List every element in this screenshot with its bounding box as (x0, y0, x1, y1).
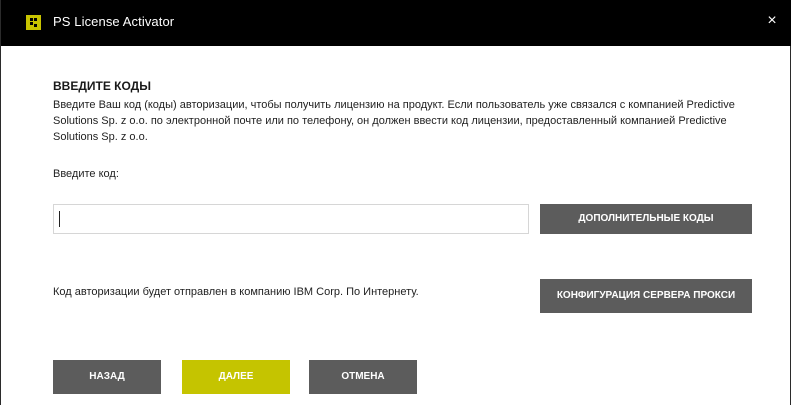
text-caret (59, 211, 60, 227)
window-title: PS License Activator (53, 14, 175, 29)
back-button[interactable]: НАЗАД (53, 360, 161, 394)
authorization-note: Код авторизации будет отправлен в компан… (53, 286, 419, 298)
cancel-button[interactable]: ОТМЕНА (309, 360, 417, 394)
next-button[interactable]: ДАЛЕЕ (182, 360, 290, 394)
license-activator-window: PS License Activator × ВВЕДИТЕ КОДЫ Введ… (0, 0, 791, 405)
title-bar: PS License Activator × (1, 0, 791, 46)
code-input[interactable] (53, 204, 529, 234)
additional-codes-button[interactable]: ДОПОЛНИТЕЛЬНЫЕ КОДЫ (540, 204, 752, 234)
proxy-config-button[interactable]: КОНФИГУРАЦИЯ СЕРВЕРА ПРОКСИ (540, 279, 752, 313)
description-text: Введите Ваш код (коды) авторизации, чтоб… (53, 99, 735, 143)
page-heading: ВВЕДИТЕ КОДЫ (53, 79, 151, 93)
close-icon[interactable]: × (762, 10, 782, 32)
code-label: Введите код: (53, 168, 119, 180)
app-icon (26, 15, 41, 30)
